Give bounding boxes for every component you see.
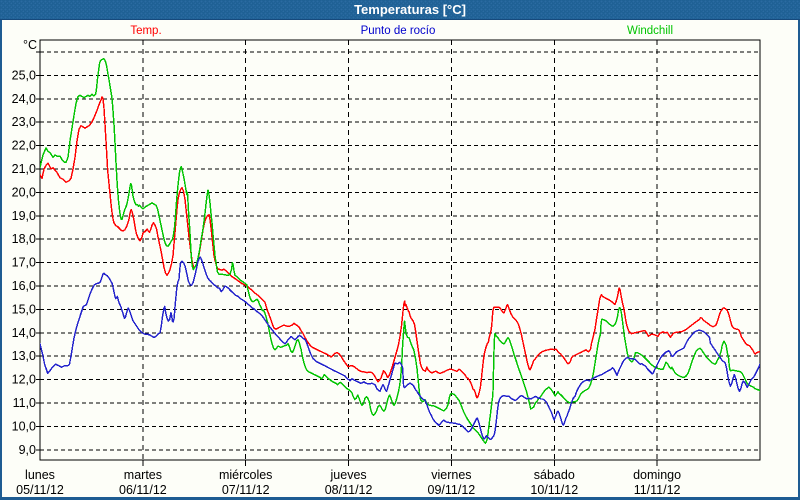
svg-text:19,0: 19,0	[12, 209, 36, 223]
svg-text:08/11/12: 08/11/12	[325, 483, 373, 497]
svg-text:09/11/12: 09/11/12	[428, 483, 476, 497]
svg-text:10/11/12: 10/11/12	[530, 483, 578, 497]
svg-text:14,0: 14,0	[12, 326, 36, 340]
svg-text:07/11/12: 07/11/12	[222, 483, 270, 497]
svg-text:13,0: 13,0	[12, 349, 36, 363]
svg-text:°C: °C	[23, 38, 37, 52]
svg-text:11,0: 11,0	[13, 396, 36, 410]
svg-text:viernes: viernes	[431, 468, 471, 482]
svg-text:25,0: 25,0	[12, 68, 36, 82]
svg-text:17,0: 17,0	[12, 256, 36, 270]
svg-text:sábado: sábado	[534, 468, 575, 482]
svg-text:jueves: jueves	[330, 468, 367, 482]
svg-text:9,0: 9,0	[19, 443, 36, 457]
svg-text:06/11/12: 06/11/12	[119, 483, 167, 497]
svg-text:21,0: 21,0	[12, 162, 36, 176]
svg-text:martes: martes	[124, 468, 162, 482]
svg-text:domingo: domingo	[633, 468, 681, 482]
svg-text:11/11/12: 11/11/12	[634, 483, 681, 497]
svg-text:16,0: 16,0	[12, 279, 36, 293]
svg-text:15,0: 15,0	[12, 302, 36, 316]
svg-text:05/11/12: 05/11/12	[16, 483, 64, 497]
svg-text:lunes: lunes	[25, 468, 55, 482]
svg-text:12,0: 12,0	[12, 373, 36, 387]
svg-text:10,0: 10,0	[12, 419, 36, 433]
svg-text:20,0: 20,0	[12, 185, 36, 199]
svg-text:22,0: 22,0	[12, 139, 36, 153]
svg-text:24,0: 24,0	[12, 92, 36, 106]
svg-text:18,0: 18,0	[12, 232, 36, 246]
svg-text:miércoles: miércoles	[219, 468, 273, 482]
svg-text:23,0: 23,0	[12, 115, 36, 129]
